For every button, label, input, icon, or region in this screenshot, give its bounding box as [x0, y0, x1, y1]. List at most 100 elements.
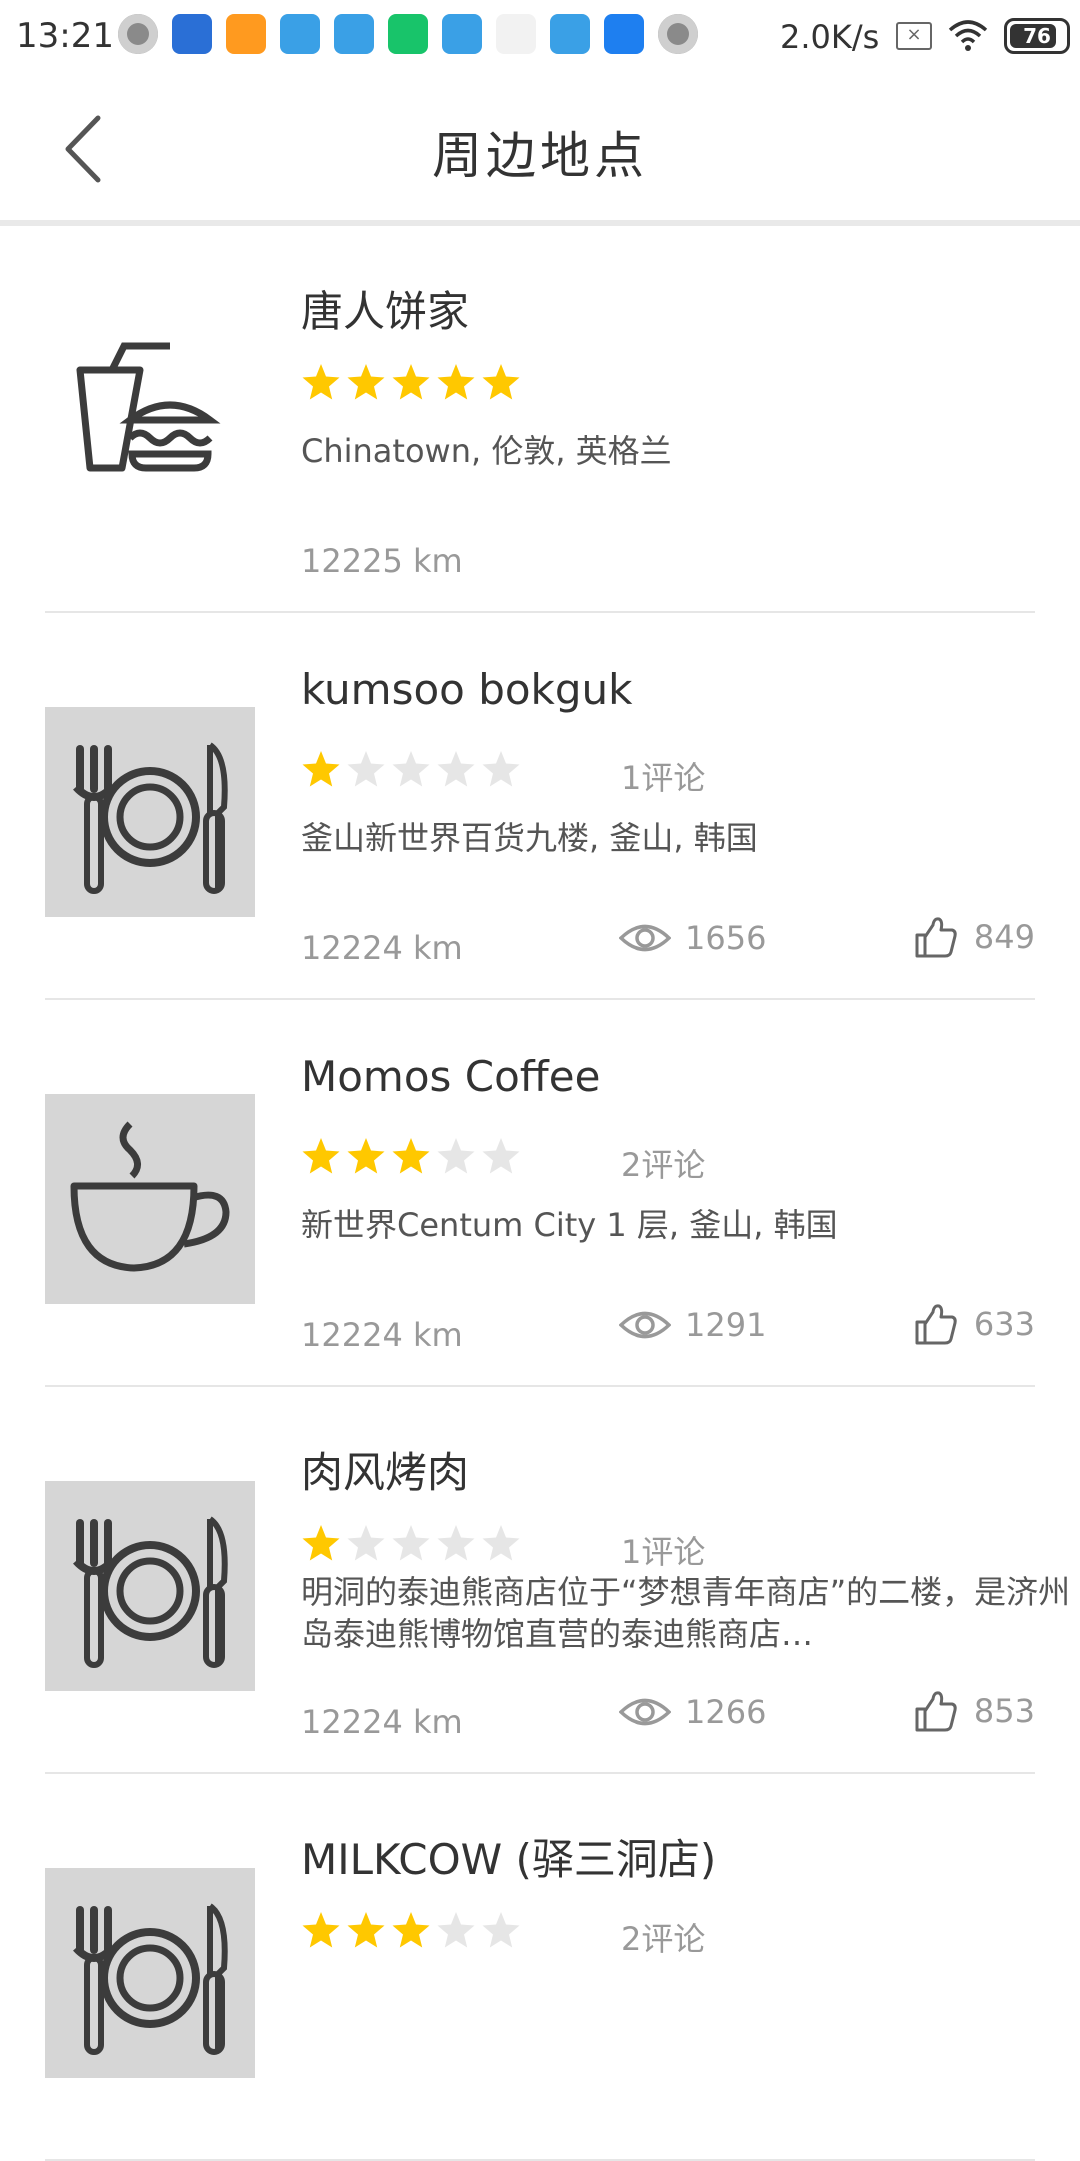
- review-count: 1评论: [621, 759, 706, 797]
- place-address: 明洞的泰迪熊商店位于“梦想青年商店”的二楼，是济州岛泰迪熊博物馆直营的泰迪熊商店…: [301, 1573, 1071, 1653]
- star-filled-icon: [392, 1912, 430, 1948]
- list-item[interactable]: Momos Coffee 2评论新世界Centum City 1 层, 釜山, 韩…: [45, 1000, 1035, 1387]
- record-icon: [118, 14, 158, 54]
- place-name: 唐人饼家: [301, 287, 470, 336]
- star-empty-icon: [437, 751, 475, 787]
- view-count-value: 1266: [685, 1693, 767, 1731]
- list-item[interactable]: 肉风烤肉 1评论 明洞的泰迪熊商店位于“梦想青年商店”的二楼，是济州岛泰迪熊博物馆直…: [45, 1387, 1070, 1774]
- notification-icons: [118, 14, 698, 54]
- app-icon: [496, 14, 536, 54]
- page-title: 周边地点: [432, 127, 648, 185]
- eye-icon: [619, 1311, 671, 1339]
- review-count: 2评论: [621, 1920, 706, 1958]
- shopping-app-icon: [226, 14, 266, 54]
- like-button[interactable]: 853: [914, 1689, 1035, 1733]
- map-app-icon: [172, 14, 212, 54]
- rating-stars: [301, 362, 521, 402]
- place-thumbnail: [45, 1094, 255, 1304]
- star-empty-icon: [482, 1138, 520, 1174]
- chat-app-icon: [388, 14, 428, 54]
- restaurant-icon: [73, 1903, 228, 2055]
- rating-stars: [301, 749, 521, 789]
- place-thumbnail: [45, 320, 255, 530]
- eye-icon: [619, 924, 671, 952]
- list-item[interactable]: 唐人饼家 Chinatown, 伦敦, 英格兰 12225 km: [45, 226, 1035, 613]
- like-count: 849: [973, 918, 1035, 956]
- place-name: kumsoo bokguk: [301, 665, 633, 714]
- send-app-icon: [442, 14, 482, 54]
- star-filled-icon: [392, 364, 430, 400]
- network-speed: 2.0K/s: [780, 18, 880, 56]
- star-empty-icon: [347, 1525, 385, 1561]
- wifi-icon: [948, 20, 988, 51]
- star-empty-icon: [392, 751, 430, 787]
- app-header: 周边地点: [0, 74, 1080, 226]
- thumbs-up-icon: [915, 917, 957, 958]
- view-count: 1291: [619, 1306, 766, 1344]
- star-filled-icon: [302, 1138, 340, 1174]
- battery-icon: 76: [1004, 18, 1070, 54]
- star-filled-icon: [437, 364, 475, 400]
- star-empty-icon: [437, 1138, 475, 1174]
- view-count: 1266: [619, 1693, 766, 1731]
- review-count: 2评论: [621, 1146, 706, 1184]
- place-name: Momos Coffee: [301, 1052, 601, 1101]
- star-empty-icon: [482, 751, 520, 787]
- like-count: 633: [973, 1305, 1035, 1343]
- star-filled-icon: [347, 1138, 385, 1174]
- rating-stars: [301, 1136, 521, 1176]
- like-button[interactable]: 849: [914, 915, 1035, 959]
- place-name: 肉风烤肉: [301, 1448, 470, 1497]
- place-address: Chinatown, 伦敦, 英格兰: [301, 432, 672, 470]
- list-item[interactable]: kumsoo bokguk 1评论釜山新世界百货九楼, 釜山, 韩国 12224 k…: [45, 613, 1035, 1000]
- star-empty-icon: [482, 1525, 520, 1561]
- like-count: 853: [973, 1692, 1035, 1730]
- distance-label: 12224 km: [301, 929, 463, 967]
- places-list: 唐人饼家 Chinatown, 伦敦, 英格兰 12225 km kumsoo bok…: [0, 226, 1080, 2161]
- restaurant-icon: [73, 1516, 228, 1668]
- star-empty-icon: [437, 1912, 475, 1948]
- restaurant-icon: [73, 742, 228, 894]
- send-app-icon: [550, 14, 590, 54]
- thumbs-up-icon: [915, 1691, 957, 1732]
- star-empty-icon: [392, 1525, 430, 1561]
- battery-level: 76: [1023, 24, 1051, 48]
- place-thumbnail: [45, 1868, 255, 2078]
- like-button[interactable]: 633: [914, 1302, 1035, 1346]
- coffee-icon: [70, 1121, 230, 1272]
- fastfood-icon: [76, 342, 221, 472]
- view-count-value: 1291: [685, 1306, 767, 1344]
- star-filled-icon: [302, 1912, 340, 1948]
- star-filled-icon: [392, 1138, 430, 1174]
- place-thumbnail: [45, 1481, 255, 1691]
- view-count: 1656: [619, 919, 766, 957]
- place-name: MILKCOW (驿三洞店): [301, 1835, 717, 1884]
- send-app-icon: [334, 14, 374, 54]
- star-filled-icon: [302, 1525, 340, 1561]
- distance-label: 12225 km: [301, 542, 463, 580]
- place-address: 新世界Centum City 1 层, 釜山, 韩国: [301, 1206, 838, 1244]
- star-filled-icon: [347, 1912, 385, 1948]
- rating-stars: [301, 1910, 521, 1950]
- place-thumbnail: [45, 707, 255, 917]
- distance-label: 12224 km: [301, 1316, 463, 1354]
- place-address: 釜山新世界百货九楼, 釜山, 韩国: [301, 819, 758, 857]
- star-empty-icon: [347, 751, 385, 787]
- list-item[interactable]: MILKCOW (驿三洞店) 2评论: [45, 1774, 1035, 2161]
- send-app-icon: [280, 14, 320, 54]
- review-count: 1评论: [621, 1533, 706, 1571]
- no-sim-icon: ×: [896, 22, 932, 50]
- cloud-app-icon: [604, 14, 644, 54]
- star-filled-icon: [347, 364, 385, 400]
- star-filled-icon: [302, 364, 340, 400]
- status-bar: 13:21 2.0K/s × 76: [0, 0, 1080, 74]
- rating-stars: [301, 1523, 521, 1563]
- record-icon: [658, 14, 698, 54]
- thumbs-up-icon: [915, 1304, 957, 1345]
- star-filled-icon: [482, 364, 520, 400]
- star-filled-icon: [302, 751, 340, 787]
- eye-icon: [619, 1698, 671, 1726]
- status-time: 13:21: [16, 16, 114, 56]
- star-empty-icon: [482, 1912, 520, 1948]
- view-count-value: 1656: [685, 919, 767, 957]
